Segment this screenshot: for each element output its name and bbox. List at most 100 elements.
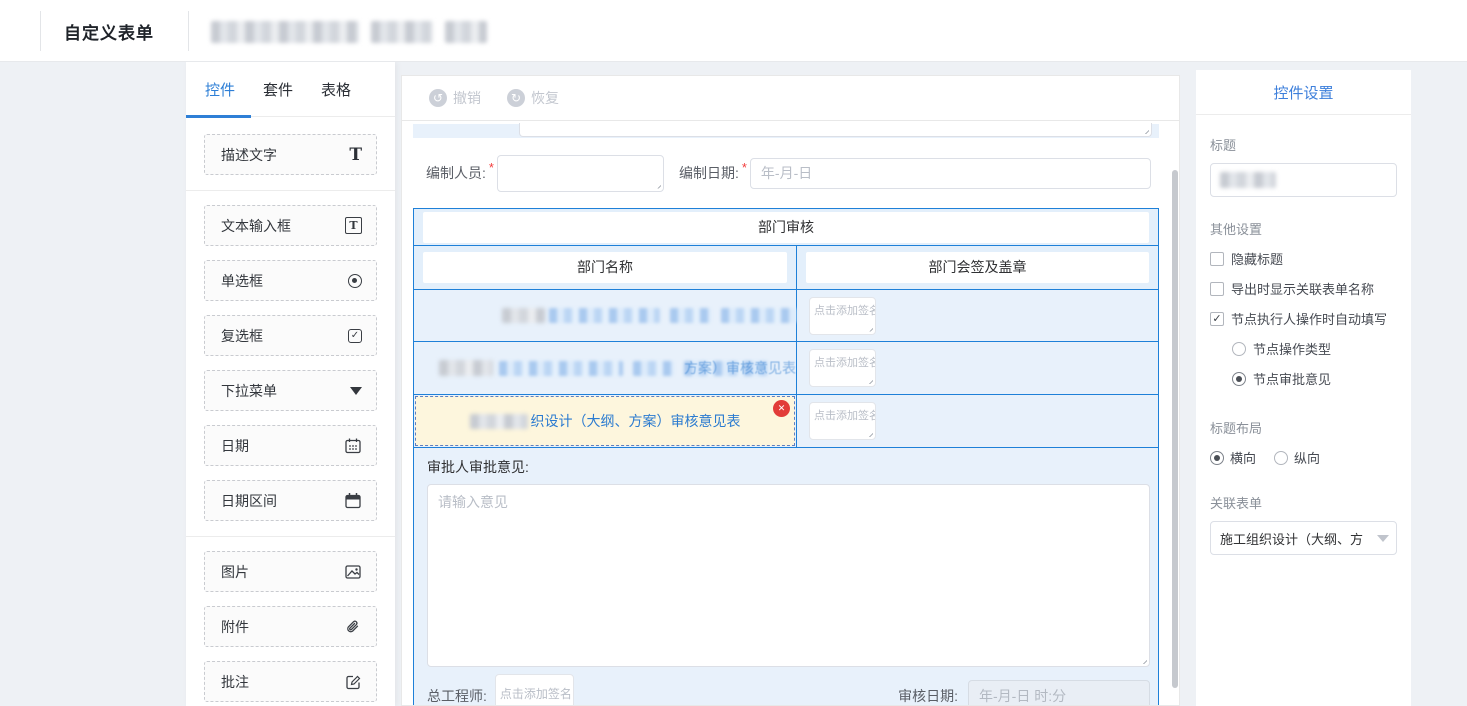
form-canvas: ↺ 撤销 ↻ 恢复 编制人员: * 编制日期: * 年-月-日: [401, 75, 1180, 706]
control-item-image[interactable]: 图片: [204, 551, 377, 592]
form-row-partial: [413, 124, 1159, 138]
review-date-placeholder: 年-月-日 时:分: [979, 686, 1066, 705]
redacted-title-value: [1220, 172, 1276, 188]
resize-handle-icon[interactable]: [864, 428, 873, 437]
control-item-label: 描述文字: [221, 145, 349, 165]
radio-selected-icon[interactable]: [1232, 372, 1246, 386]
review-date-input[interactable]: 年-月-日 时:分: [968, 680, 1150, 705]
settings-panel: 控件设置 标题 其他设置 隐藏标题 导出时显示关联表单名称 节点执行人操作时自动…: [1196, 70, 1411, 706]
resize-handle-icon[interactable]: [652, 180, 661, 189]
chevron-down-icon: [1377, 535, 1389, 542]
signature-placeholder: 点击添加签名: [814, 305, 876, 317]
control-item-label: 日期区间: [221, 491, 344, 511]
control-item-dropdown[interactable]: 下拉菜单: [204, 370, 377, 411]
header-divider: [40, 11, 41, 51]
layout-options: 横向 纵向: [1210, 448, 1397, 467]
control-item-label: 复选框: [221, 326, 348, 346]
resize-handle-icon[interactable]: [864, 375, 873, 384]
chief-signature-box[interactable]: 点击添加签名: [495, 674, 574, 705]
undo-button[interactable]: ↺ 撤销: [429, 88, 481, 108]
control-item-radio[interactable]: 单选框: [204, 260, 377, 301]
redacted-link-text: [439, 360, 493, 376]
checkbox-autofill[interactable]: 节点执行人操作时自动填写: [1210, 309, 1397, 328]
radio-selected-icon[interactable]: [1210, 451, 1224, 465]
table-title: 部门审核: [423, 212, 1149, 243]
selected-cell[interactable]: 织设计（大纲、方案）审核意见表: [415, 396, 795, 446]
radio-icon[interactable]: [1274, 451, 1288, 465]
tab-tables[interactable]: 表格: [321, 79, 351, 100]
settings-panel-title: 控件设置: [1196, 70, 1411, 115]
resize-handle-icon[interactable]: [1138, 700, 1147, 705]
checkbox-show-linked-name[interactable]: 导出时显示关联表单名称: [1210, 279, 1397, 298]
text-icon: T: [349, 145, 362, 165]
title-field-label: 标题: [1210, 135, 1397, 154]
control-item-label: 文本输入框: [221, 216, 345, 236]
canvas-toolbar: ↺ 撤销 ↻ 恢复: [402, 76, 1179, 121]
option-label: 隐藏标题: [1231, 249, 1283, 268]
opinion-label: 审批人审批意见:: [427, 457, 1150, 477]
radio-icon[interactable]: [1232, 342, 1246, 356]
checkbox-checked-icon[interactable]: [1210, 312, 1224, 326]
resize-handle-icon[interactable]: [1140, 125, 1149, 134]
control-item-checkbox[interactable]: 复选框 ✓: [204, 315, 377, 356]
boxed-text-icon: T: [345, 217, 362, 234]
checkbox-icon: ✓: [348, 329, 362, 343]
layout-label: 标题布局: [1210, 418, 1397, 437]
signature-placeholder: 点击添加签名: [814, 357, 876, 369]
signature-box[interactable]: 点击添加签名: [809, 402, 876, 440]
linked-form-value: 施工组织设计（大纲、方: [1220, 529, 1373, 548]
option-label: 节点审批意见: [1253, 369, 1331, 388]
redo-button[interactable]: ↻ 恢复: [507, 88, 559, 108]
table-row: 方案）审核意见表 点击添加签名: [414, 342, 1158, 395]
redacted-link-text: [721, 308, 796, 323]
active-tab-underline: [186, 115, 251, 118]
make-date-label: 编制日期:: [679, 163, 739, 183]
control-item-date[interactable]: 日期: [204, 425, 377, 466]
group-divider: [186, 536, 395, 537]
top-header: 自定义表单: [0, 0, 1467, 62]
redo-label: 恢复: [531, 88, 559, 108]
checkbox-hide-title[interactable]: 隐藏标题: [1210, 249, 1397, 268]
undo-icon: ↺: [429, 89, 447, 107]
title-input[interactable]: [1210, 163, 1397, 197]
checkbox-icon[interactable]: [1210, 282, 1224, 296]
resize-handle-icon[interactable]: [1138, 655, 1147, 664]
linked-form-select[interactable]: 施工组织设计（大纲、方: [1210, 521, 1397, 555]
tab-kits[interactable]: 套件: [263, 79, 293, 100]
control-item-text-input[interactable]: 文本输入框 T: [204, 205, 377, 246]
resize-handle-icon[interactable]: [864, 323, 873, 332]
make-date-input[interactable]: 年-月-日: [750, 158, 1151, 189]
control-item-label: 下拉菜单: [221, 381, 350, 401]
control-item-annotation[interactable]: 批注: [204, 661, 377, 702]
calendar-icon: [344, 437, 362, 455]
opinion-placeholder: 请输入意见: [438, 492, 508, 512]
page-title: 自定义表单: [64, 19, 154, 44]
textarea-partial[interactable]: [519, 123, 1152, 137]
control-item-description-text[interactable]: 描述文字 T: [204, 134, 377, 175]
opinion-textarea[interactable]: 请输入意见: [427, 484, 1150, 667]
delete-icon[interactable]: [773, 400, 790, 417]
control-item-date-range[interactable]: 日期区间: [204, 480, 377, 521]
tab-controls[interactable]: 控件: [205, 79, 235, 100]
control-item-attachment[interactable]: 附件: [204, 606, 377, 647]
maker-textarea[interactable]: [497, 155, 664, 192]
signature-box[interactable]: 点击添加签名: [809, 349, 876, 387]
table-header-row: 部门名称 部门会签及盖章: [414, 246, 1158, 290]
control-item-label: 图片: [221, 562, 344, 582]
canvas-scrollbar[interactable]: [1172, 169, 1178, 703]
signature-box[interactable]: 点击添加签名: [809, 297, 876, 335]
linked-form-control[interactable]: 部门审核 部门名称 部门会签及盖章 点击添加签名: [413, 208, 1159, 705]
maker-label: 编制人员:: [426, 163, 486, 183]
checkbox-icon[interactable]: [1210, 252, 1224, 266]
radio-node-action-type[interactable]: 节点操作类型: [1232, 339, 1397, 358]
header-divider: [188, 11, 189, 51]
col-dept-sign: 部门会签及盖章: [806, 252, 1149, 283]
sidebar-tabs: 控件 套件 表格: [186, 62, 395, 117]
linked-form-label: 关联表单: [1210, 493, 1397, 512]
radio-node-approval-opinion[interactable]: 节点审批意见: [1232, 369, 1397, 388]
chief-label: 总工程师:: [427, 686, 487, 705]
form-row-maker[interactable]: 编制人员: * 编制日期: * 年-月-日: [413, 138, 1159, 208]
scrollbar-thumb[interactable]: [1172, 170, 1178, 688]
date-placeholder: 年-月-日: [761, 163, 812, 183]
form-scroll-area[interactable]: 编制人员: * 编制日期: * 年-月-日 部门审核 部门名称 部门会签及盖章: [402, 122, 1179, 705]
